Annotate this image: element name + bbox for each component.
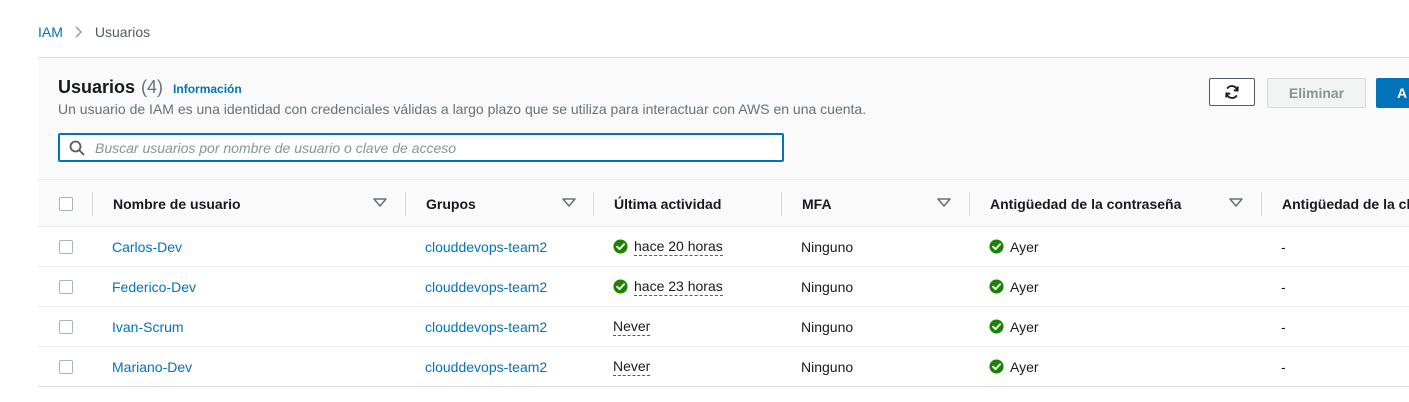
sort-caret-icon[interactable] — [937, 198, 951, 208]
username-link[interactable]: Mariano-Dev — [112, 359, 192, 375]
refresh-button[interactable] — [1209, 78, 1255, 106]
key-age-value: - — [1281, 238, 1286, 255]
breadcrumb-iam-link[interactable]: IAM — [38, 24, 63, 40]
group-link[interactable]: clouddevops-team2 — [425, 279, 547, 295]
success-check-icon — [613, 239, 628, 254]
table-row[interactable]: Mariano-Dev clouddevops-team2 Never Ninguno… — [38, 347, 1409, 387]
password-age-value: Ayer — [1010, 278, 1039, 295]
column-divider — [781, 192, 782, 216]
search-input[interactable] — [93, 138, 757, 157]
key-age-value: - — [1281, 278, 1286, 295]
key-age-value: - — [1281, 358, 1286, 375]
users-count: (4) — [141, 77, 164, 97]
success-check-icon — [989, 359, 1004, 374]
column-header-password-age[interactable]: Antigüedad de la contraseña — [990, 180, 1181, 228]
mfa-value: Ninguno — [801, 278, 854, 295]
column-divider — [405, 192, 406, 216]
row-checkbox[interactable] — [59, 360, 73, 374]
row-checkbox[interactable] — [59, 320, 73, 334]
select-all-checkbox[interactable] — [59, 197, 73, 211]
table-header: Nombre de usuario Grupos Última activida… — [38, 179, 1409, 227]
mfa-value: Ninguno — [801, 318, 854, 335]
chevron-right-icon — [75, 26, 83, 38]
sort-caret-icon[interactable] — [1229, 198, 1243, 208]
success-check-icon — [989, 239, 1004, 254]
success-check-icon — [613, 279, 628, 294]
success-check-icon — [989, 279, 1004, 294]
username-link[interactable]: Federico-Dev — [112, 279, 196, 295]
success-check-icon — [989, 319, 1004, 334]
key-age-value: - — [1281, 318, 1286, 335]
sort-caret-icon[interactable] — [373, 198, 387, 208]
search-icon — [69, 140, 85, 156]
column-divider — [1261, 192, 1262, 216]
panel-header: Usuarios (4) Información Un usuario de I… — [38, 58, 1409, 179]
last-activity-value[interactable]: Never — [613, 318, 651, 336]
row-checkbox[interactable] — [59, 280, 73, 294]
column-header-mfa[interactable]: MFA — [802, 180, 832, 228]
mfa-value: Ninguno — [801, 238, 854, 255]
group-link[interactable]: clouddevops-team2 — [425, 319, 547, 335]
table-row[interactable]: Federico-Dev clouddevops-team2 hace 23 hor… — [38, 267, 1409, 307]
password-age-value: Ayer — [1010, 238, 1039, 255]
sort-caret-icon[interactable] — [562, 198, 576, 208]
username-link[interactable]: Carlos-Dev — [112, 239, 182, 255]
users-table: Nombre de usuario Grupos Última activida… — [38, 179, 1409, 387]
breadcrumb-current: Usuarios — [94, 24, 151, 40]
last-activity-value[interactable]: Never — [613, 358, 651, 376]
users-panel: Usuarios (4) Información Un usuario de I… — [38, 57, 1409, 389]
group-link[interactable]: clouddevops-team2 — [425, 359, 547, 375]
table-row[interactable]: Carlos-Dev clouddevops-team2 hace 20 horas… — [38, 227, 1409, 267]
column-header-groups[interactable]: Grupos — [426, 180, 476, 228]
search-field[interactable] — [58, 133, 784, 162]
username-link[interactable]: Ivan-Scrum — [112, 319, 184, 335]
column-divider — [969, 192, 970, 216]
column-header-username[interactable]: Nombre de usuario — [113, 180, 241, 228]
row-checkbox[interactable] — [59, 240, 73, 254]
last-activity-value[interactable]: hace 20 horas — [634, 238, 723, 256]
column-divider — [593, 192, 594, 216]
group-link[interactable]: clouddevops-team2 — [425, 239, 547, 255]
panel-description: Un usuario de IAM es una identidad con c… — [58, 101, 867, 117]
last-activity-value[interactable]: hace 23 horas — [634, 278, 723, 296]
table-row[interactable]: Ivan-Scrum clouddevops-team2 Never Ninguno A… — [38, 307, 1409, 347]
add-users-button[interactable]: A — [1376, 78, 1409, 108]
page-title: Usuarios — [58, 77, 136, 97]
column-header-key-age[interactable]: Antigüedad de la cl — [1282, 180, 1409, 228]
refresh-icon — [1224, 84, 1240, 100]
info-link[interactable]: Información — [173, 82, 242, 96]
password-age-value: Ayer — [1010, 318, 1039, 335]
column-header-last-activity[interactable]: Última actividad — [614, 180, 721, 228]
table-body: Carlos-Dev clouddevops-team2 hace 20 horas… — [38, 227, 1409, 387]
delete-button[interactable]: Eliminar — [1267, 78, 1366, 108]
mfa-value: Ninguno — [801, 358, 854, 375]
breadcrumb: IAM Usuarios — [38, 24, 150, 40]
password-age-value: Ayer — [1010, 358, 1039, 375]
column-divider — [92, 192, 93, 216]
